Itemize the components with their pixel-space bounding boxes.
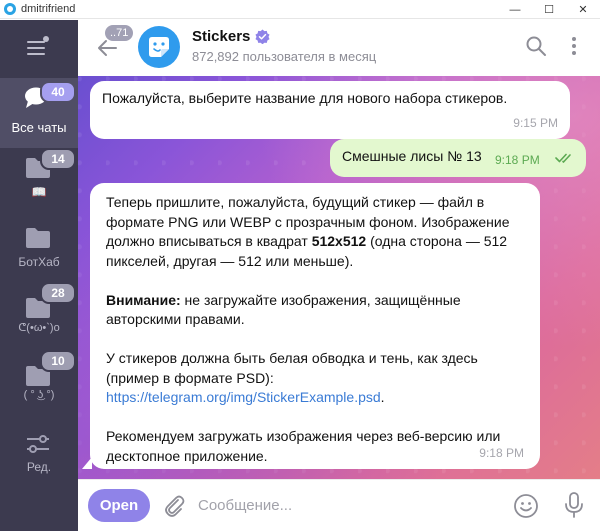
sticker-face-icon bbox=[149, 37, 169, 57]
folder-all-chats[interactable]: 40 Все чаты bbox=[0, 78, 78, 148]
minimize-icon: — bbox=[509, 3, 521, 16]
folder-badge: 10 bbox=[40, 350, 76, 372]
sliders-icon bbox=[27, 435, 49, 453]
folder-label: 📖 bbox=[31, 185, 47, 199]
message-paragraph: Теперь пришлите, пожалуйста, будущий сти… bbox=[106, 193, 524, 271]
avatar[interactable] bbox=[138, 26, 180, 68]
message-incoming[interactable]: Пожалуйста, выберите название для нового… bbox=[90, 81, 570, 139]
search-icon[interactable] bbox=[524, 34, 548, 58]
message-time: 9:18 PM bbox=[479, 445, 524, 460]
chat-header: ..71 Stickers 872,892 пользователя в мес… bbox=[78, 20, 600, 76]
message-text-part: . bbox=[380, 389, 385, 405]
folder-label: Ред. bbox=[26, 460, 52, 474]
window-titlebar: dmitrifriend — ☐ ✕ bbox=[0, 0, 600, 19]
message-paragraph: Внимание: не загружайте изображения, защ… bbox=[106, 291, 524, 330]
paperclip-icon[interactable] bbox=[162, 493, 186, 519]
window-controls: — ☐ ✕ bbox=[498, 0, 600, 19]
folder-label: БотХаб bbox=[18, 255, 60, 269]
hamburger-icon-bar bbox=[27, 47, 45, 49]
hamburger-icon-bar bbox=[27, 53, 45, 55]
message-text-part: У стикеров должна быть белая обводка и т… bbox=[106, 350, 478, 386]
folder-bothub[interactable]: БотХаб bbox=[0, 218, 78, 288]
message-outgoing[interactable]: Смешные лисы № 13 9:18 PM bbox=[330, 139, 586, 177]
chat-title-text: Stickers bbox=[192, 28, 251, 45]
sticker-example-link[interactable]: https://telegram.org/img/StickerExample.… bbox=[106, 389, 381, 405]
folder-label: Все чаты bbox=[11, 120, 67, 135]
message-bold-text: 512x512 bbox=[311, 233, 367, 249]
folder-badge: 14 bbox=[40, 148, 76, 170]
folder-label: ( ° ͜ʖ °) bbox=[23, 389, 55, 401]
message-input[interactable] bbox=[198, 493, 498, 517]
folder-kaomoji-1[interactable]: 28 ᕦ(•ω•`)o bbox=[0, 282, 78, 358]
close-icon: ✕ bbox=[578, 4, 588, 16]
message-paragraph: У стикеров должна быть белая обводка и т… bbox=[106, 349, 524, 408]
message-text: Смешные лисы № 13 bbox=[342, 148, 482, 164]
telegram-app-icon bbox=[4, 3, 16, 15]
message-time: 9:18 PM bbox=[495, 153, 540, 167]
edit-folders-button[interactable]: Ред. bbox=[0, 424, 78, 494]
more-vertical-icon[interactable] bbox=[562, 34, 586, 58]
folders-sidebar: 40 Все чаты 14 📖 БотХаб 28 ᕦ(•ω•`)o 10 (… bbox=[0, 20, 78, 531]
main-menu-button[interactable] bbox=[27, 36, 51, 58]
verified-badge-icon bbox=[255, 29, 270, 44]
microphone-icon[interactable] bbox=[562, 491, 586, 519]
hamburger-icon bbox=[27, 41, 45, 43]
folder-book[interactable]: 14 📖 bbox=[0, 148, 78, 218]
maximize-button[interactable]: ☐ bbox=[532, 0, 566, 19]
double-check-icon bbox=[555, 153, 571, 163]
compose-bar: Open bbox=[78, 479, 600, 531]
folder-badge: 28 bbox=[40, 282, 76, 304]
unread-counter-badge: ..71 bbox=[105, 25, 134, 41]
minimize-button[interactable]: — bbox=[498, 0, 532, 19]
message-paragraph: Рекомендуем загружать изображения через … bbox=[106, 428, 501, 464]
folder-label: ᕦ(•ω•`)o bbox=[18, 322, 60, 334]
window-title: dmitrifriend bbox=[21, 3, 76, 15]
maximize-icon: ☐ bbox=[544, 4, 554, 16]
message-bold-text: Внимание: bbox=[106, 291, 181, 308]
message-text: Пожалуйста, выберите название для нового… bbox=[102, 90, 508, 106]
message-incoming[interactable]: Теперь пришлите, пожалуйста, будущий сти… bbox=[90, 183, 540, 469]
chat-title[interactable]: Stickers bbox=[192, 28, 270, 45]
folder-icon bbox=[26, 228, 50, 248]
menu-notification-dot bbox=[43, 36, 49, 42]
emoji-icon[interactable] bbox=[513, 493, 539, 519]
folder-badge: 40 bbox=[40, 81, 76, 103]
close-button[interactable]: ✕ bbox=[566, 0, 600, 19]
chat-history[interactable]: Пожалуйста, выберите название для нового… bbox=[78, 76, 600, 479]
folder-kaomoji-2[interactable]: 10 ( ° ͜ʖ °) bbox=[0, 350, 78, 426]
message-time: 9:15 PM bbox=[513, 115, 558, 130]
open-bot-app-button[interactable]: Open bbox=[88, 489, 150, 522]
chat-subtitle: 872,892 пользователя в месяц bbox=[192, 49, 377, 64]
